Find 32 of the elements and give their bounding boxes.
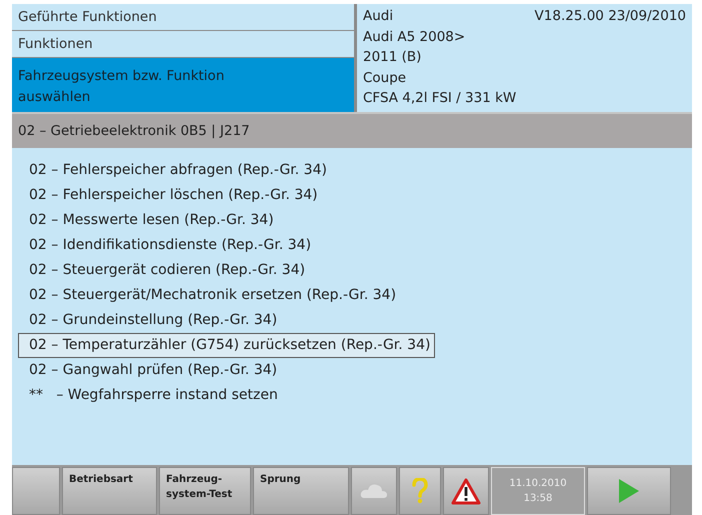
vehicle-make: Audi [363,7,394,26]
function-item[interactable]: 02 – Steuergerät/Mechatronik ersetzen (Rep.-Gr. 34) [18,283,402,308]
blank-button[interactable] [12,467,60,515]
function-item[interactable]: 02 – Grundeinstellung (Rep.-Gr. 34) [18,308,282,333]
toolbar-button[interactable]: Sprung [253,467,349,515]
toolbar-button[interactable]: Betriebsart [62,467,157,515]
function-item[interactable]: 02 – Steuergerät codieren (Rep.-Gr. 34) [18,258,310,283]
version-text: V18.25.00 23/09/2010 [534,7,686,26]
function-item[interactable]: 02 – Idendifikationsdienste (Rep.-Gr. 34) [18,233,316,258]
play-button[interactable] [587,467,671,515]
vehicle-info: Coupe [363,68,408,88]
cloud-button[interactable] [351,467,397,515]
vehicle-info: CFSA 4,2l FSI / 331 kW [363,89,518,108]
function-item[interactable]: 02 – Fehlerspeicher abfragen (Rep.-Gr. 34) [18,158,332,183]
function-item[interactable]: 02 – Fehlerspeicher löschen (Rep.-Gr. 34) [18,183,323,208]
help-icon [412,478,428,504]
vehicle-info: Audi A5 2008> [363,28,466,46]
play-icon [617,477,641,505]
date-time: 11.10.2010 13:58 [491,467,585,515]
system-bar: 02 – Getriebeelektronik 0B5 | J217 [12,112,692,148]
help-button[interactable] [399,467,441,515]
function-item[interactable]: 02 – Gangwahl prüfen (Rep.-Gr. 34) [18,358,282,383]
breadcrumb-item[interactable]: Geführte Funktionen [12,4,354,30]
toolbar-button[interactable]: Fahrzeug- system-Test [159,467,251,515]
breadcrumb-item[interactable]: Fahrzeugsystem bzw. Funktion auswählen [12,58,354,112]
warning-icon [451,478,481,504]
function-item[interactable]: ** – Wegfahrsperre instand setzen [18,383,283,408]
breadcrumb-item[interactable]: Funktionen [12,31,354,57]
vehicle-info: 2011 (B) [363,48,422,67]
function-item[interactable]: 02 – Temperaturzähler (G754) zurücksetzen (Rep.-Gr. 34) [18,333,436,358]
warning-button[interactable] [443,467,489,515]
function-item[interactable]: 02 – Messwerte lesen (Rep.-Gr. 34) [18,208,279,233]
